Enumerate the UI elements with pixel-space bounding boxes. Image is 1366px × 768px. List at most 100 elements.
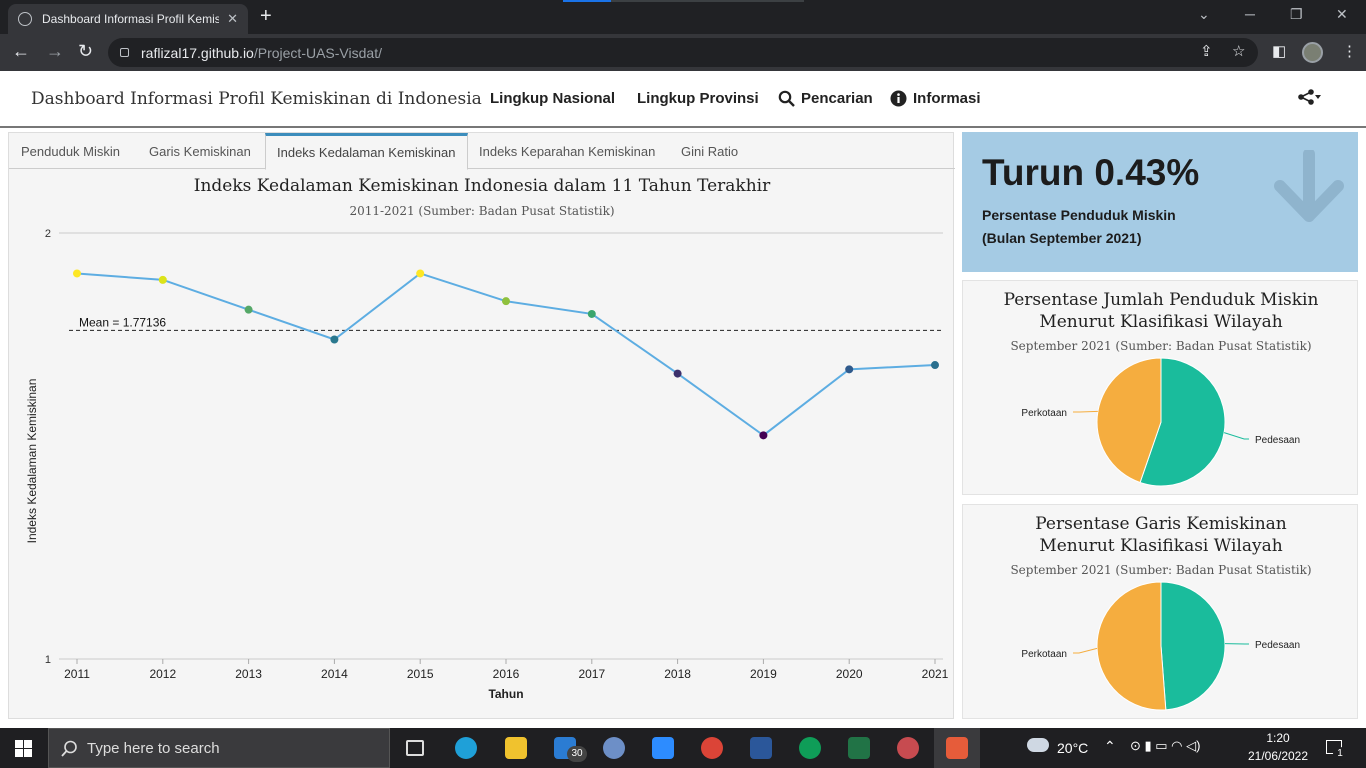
windows-start-icon[interactable]	[15, 740, 32, 757]
search-icon	[778, 90, 795, 107]
browser-tab[interactable]: Dashboard Informasi Profil Kemis ✕	[8, 4, 248, 34]
tab-indeks-kedalaman[interactable]: Indeks Kedalaman Kemiskinan	[265, 133, 468, 170]
tab-gini-ratio[interactable]: Gini Ratio	[681, 144, 738, 159]
nav-informasi[interactable]: Informasi	[890, 90, 981, 107]
data-point	[845, 365, 854, 374]
address-bar[interactable]: raflizal17.github.io /Project-UAS-Visdat…	[108, 38, 1258, 67]
close-tab-icon[interactable]: ✕	[227, 11, 238, 27]
tab-indeks-keparahan[interactable]: Indeks Keparahan Kemiskinan	[479, 144, 655, 159]
minimize-icon[interactable]: ─	[1245, 6, 1255, 22]
task-view-icon[interactable]	[406, 740, 424, 756]
pie2-title: Persentase Garis Kemiskinan Menurut Klas…	[963, 513, 1359, 557]
system-tray-icons[interactable]: ⊙ ▮ ▭ ◠ ◁)	[1130, 738, 1200, 754]
y-tick-label: 1	[45, 654, 51, 666]
pie-slice	[1160, 581, 1226, 711]
x-tick-label: 2014	[321, 667, 348, 681]
info-box: Turun 0.43% Persentase Penduduk Miskin (…	[962, 132, 1358, 272]
snipping-tool-icon[interactable]	[897, 737, 919, 759]
browser-tab-title: Dashboard Informasi Profil Kemis	[42, 12, 220, 26]
share-dropdown[interactable]	[1298, 89, 1322, 110]
x-tick-label: 2011	[64, 667, 90, 681]
info-icon	[890, 90, 907, 107]
maximize-icon[interactable]: ❐	[1290, 6, 1303, 23]
zoom-icon[interactable]	[652, 737, 674, 759]
edge-icon[interactable]	[455, 737, 477, 759]
taskbar-search[interactable]: Type here to search	[48, 728, 390, 768]
notification-badge: 1	[1333, 747, 1347, 761]
pie-leader-line	[1073, 410, 1098, 413]
pie-label: Pedesaan	[1255, 640, 1300, 651]
new-tab-icon[interactable]: +	[260, 5, 272, 28]
forward-icon[interactable]: →	[46, 41, 64, 62]
share-icon	[1298, 89, 1321, 105]
info-subtext: Persentase Penduduk Miskin (Bulan Septem…	[982, 204, 1176, 250]
nav-lingkup-nasional[interactable]: Lingkup Nasional	[490, 90, 615, 107]
close-window-icon[interactable]: ✕	[1336, 6, 1348, 23]
tab-penduduk-miskin[interactable]: Penduduk Miskin	[21, 144, 120, 159]
pie2-title-line-2: Menurut Klasifikasi Wilayah	[1039, 536, 1283, 556]
search-icon	[61, 740, 77, 757]
r-app-icon[interactable]	[603, 737, 625, 759]
data-point	[416, 269, 425, 278]
chevron-up-icon[interactable]: ⌃	[1104, 738, 1116, 755]
browser-menu-icon[interactable]: ⋮	[1342, 42, 1357, 60]
data-point	[673, 369, 682, 378]
pie-label: Perkotaan	[1021, 649, 1067, 660]
tab-strip-accent	[563, 0, 611, 2]
x-tick-label: 2012	[149, 667, 176, 681]
nav-pencarian[interactable]: Pencarian	[778, 90, 873, 107]
taskbar-search-placeholder: Type here to search	[87, 739, 220, 757]
info-headline: Turun 0.43%	[982, 152, 1200, 193]
data-point	[73, 269, 81, 278]
data-point	[759, 431, 768, 440]
x-tick-label: 2015	[407, 667, 434, 681]
chrome-icon[interactable]	[701, 737, 723, 759]
side-panel-icon[interactable]: ◧	[1272, 42, 1286, 60]
pie1-title-line-2: Menurut Klasifikasi Wilayah	[1039, 312, 1283, 332]
info-line-2: (Bulan September 2021)	[982, 230, 1142, 246]
tab-search-icon[interactable]: ⌄	[1198, 6, 1210, 23]
pie1-subtitle: September 2021 (Sumber: Badan Pusat Stat…	[1010, 339, 1312, 353]
pie2-subtitle: September 2021 (Sumber: Badan Pusat Stat…	[1010, 563, 1312, 577]
browser-tab-strip: Dashboard Informasi Profil Kemis ✕ + ⌄ ─…	[0, 0, 1366, 34]
nav-lingkup-provinsi[interactable]: Lingkup Provinsi	[637, 90, 759, 107]
bookmark-star-icon[interactable]: ☆	[1232, 42, 1245, 60]
x-tick-label: 2021	[922, 667, 949, 681]
excel-icon[interactable]	[848, 737, 870, 759]
chart-title: Indeks Kedalaman Kemiskinan Indonesia da…	[193, 176, 771, 196]
panel-tabs: Penduduk Miskin Garis Kemiskinan Indeks …	[9, 133, 955, 170]
pie-card-penduduk: Persentase Jumlah Penduduk Miskin Menuru…	[962, 280, 1358, 495]
back-icon[interactable]: ←	[12, 41, 30, 62]
pie-slice	[1096, 581, 1167, 711]
browser-toolbar: ← → ↻ raflizal17.github.io /Project-UAS-…	[0, 34, 1366, 71]
mail-badge: 30	[567, 746, 587, 762]
pie-card-garis: Persentase Garis Kemiskinan Menurut Klas…	[962, 504, 1358, 719]
y-axis-label: Indeks Kedalaman Kemiskinan	[25, 379, 39, 544]
windows-taskbar: Type here to search 30 20°C ⌃ ⊙ ▮ ▭ ◠ ◁)…	[0, 728, 1366, 768]
data-point	[587, 309, 596, 318]
x-tick-label: 2018	[664, 667, 691, 681]
app-brand[interactable]: Dashboard Informasi Profil Kemiskinan di…	[31, 89, 482, 109]
data-point	[158, 275, 167, 284]
profile-avatar[interactable]	[1302, 42, 1323, 63]
info-line-1: Persentase Penduduk Miskin	[982, 207, 1176, 223]
chart-subtitle: 2011-2021 (Sumber: Badan Pusat Statistik…	[349, 204, 615, 218]
url-path: /Project-UAS-Visdat/	[253, 44, 382, 61]
file-explorer-icon[interactable]	[505, 737, 527, 759]
clock-date[interactable]: 21/06/2022	[1240, 749, 1316, 763]
chart-panel: Penduduk Miskin Garis Kemiskinan Indeks …	[8, 132, 955, 719]
share-page-icon[interactable]: ⇪	[1200, 42, 1213, 60]
reload-icon[interactable]: ↻	[78, 41, 93, 62]
tab-garis-kemiskinan[interactable]: Garis Kemiskinan	[149, 144, 251, 159]
arrow-down-icon	[1274, 150, 1344, 222]
x-tick-label: 2019	[750, 667, 777, 681]
chrome-profile-icon[interactable]	[799, 737, 821, 759]
word-icon[interactable]	[750, 737, 772, 759]
app-navbar: Dashboard Informasi Profil Kemiskinan di…	[0, 71, 1366, 128]
pie1-title-line-1: Persentase Jumlah Penduduk Miskin	[1003, 290, 1319, 310]
x-tick-label: 2020	[836, 667, 863, 681]
cloud-icon	[1027, 738, 1049, 752]
weather-temp[interactable]: 20°C	[1057, 740, 1088, 756]
pie-chart-garis: Pedesaan Perkotaan	[1021, 581, 1300, 711]
clock-time[interactable]: 1:20	[1248, 731, 1308, 745]
